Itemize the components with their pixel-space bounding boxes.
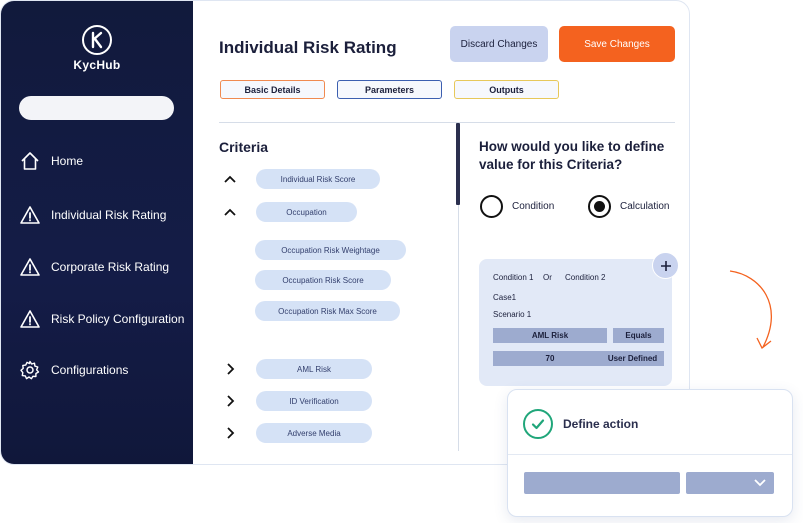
criteria-item-id-verification[interactable]: ID Verification <box>256 391 372 411</box>
scenario-label: Scenario 1 <box>493 310 532 319</box>
sidebar-item-label: Configurations <box>51 363 129 377</box>
tab-outputs[interactable]: Outputs <box>454 80 559 99</box>
discard-changes-button[interactable]: Discard Changes <box>450 26 548 62</box>
condition-field[interactable]: AML Risk <box>493 328 607 343</box>
popup-title: Define action <box>563 417 639 431</box>
sidebar-item-label: Home <box>51 154 84 168</box>
criteria-subitem-occupation-risk-score[interactable]: Occupation Risk Score <box>255 270 391 290</box>
brand-logo: KycHub <box>67 25 127 72</box>
add-condition-button[interactable] <box>652 252 679 279</box>
chevron-right-icon[interactable] <box>223 362 237 376</box>
condition-value[interactable]: 70 <box>493 351 607 366</box>
plus-icon <box>660 260 671 271</box>
criteria-item-occupation[interactable]: Occupation <box>256 202 357 222</box>
section-divider <box>219 122 675 123</box>
condition-2-label[interactable]: Condition 2 <box>565 273 605 282</box>
radio-condition[interactable]: Condition <box>480 195 554 218</box>
chevron-right-icon[interactable] <box>223 426 237 440</box>
condition-value-type[interactable]: User Defined <box>601 351 664 366</box>
popup-divider <box>508 454 792 455</box>
save-changes-button[interactable]: Save Changes <box>559 26 675 62</box>
brand-name: KycHub <box>73 58 121 72</box>
radio-unselected-icon <box>480 195 503 218</box>
chevron-up-icon[interactable] <box>223 172 237 186</box>
radio-label: Calculation <box>620 201 670 212</box>
action-input[interactable] <box>524 472 680 494</box>
chevron-up-icon[interactable] <box>223 205 237 219</box>
warning-icon <box>19 256 41 278</box>
sidebar-item-corporate-risk-rating[interactable]: Corporate Risk Rating <box>19 254 169 280</box>
criteria-item-adverse-media[interactable]: Adverse Media <box>256 423 372 443</box>
radio-calculation[interactable]: Calculation <box>588 195 669 218</box>
sidebar-item-home[interactable]: Home <box>19 148 83 174</box>
sidebar-item-label: Corporate Risk Rating <box>51 260 170 274</box>
chevron-right-icon[interactable] <box>223 394 237 408</box>
or-label: Or <box>543 273 552 282</box>
curved-arrow-icon <box>729 270 773 349</box>
warning-icon <box>19 308 41 330</box>
criteria-item-individual-risk-score[interactable]: Individual Risk Score <box>256 169 380 189</box>
criteria-subitem-occupation-risk-weightage[interactable]: Occupation Risk Weightage <box>255 240 406 260</box>
page-title: Individual Risk Rating <box>219 38 397 57</box>
sidebar-item-individual-risk-rating[interactable]: Individual Risk Rating <box>19 202 166 228</box>
radio-selected-icon <box>588 195 611 218</box>
check-circle-icon <box>523 409 553 439</box>
sidebar: KycHub Home Individual Risk Rating Corpo… <box>1 1 193 464</box>
tab-basic-details[interactable]: Basic Details <box>220 80 325 99</box>
criteria-title: Criteria <box>219 139 269 155</box>
sidebar-item-label: Risk Policy Configuration <box>51 312 185 326</box>
home-icon <box>19 150 41 172</box>
define-action-popup: Define action <box>507 389 793 517</box>
definition-question: How would you like to define value for t… <box>479 139 665 172</box>
kychub-logo-icon <box>82 25 112 55</box>
condition-1-label[interactable]: Condition 1 <box>493 273 533 282</box>
criteria-subitem-occupation-risk-max-score[interactable]: Occupation Risk Max Score <box>255 301 400 321</box>
sidebar-item-risk-policy-configuration[interactable]: Risk Policy Configuration <box>19 306 184 332</box>
sidebar-item-configurations[interactable]: Configurations <box>19 357 128 383</box>
radio-label: Condition <box>512 201 555 212</box>
criteria-scrollbar[interactable] <box>456 123 460 205</box>
tab-parameters[interactable]: Parameters <box>337 80 442 99</box>
gear-icon <box>19 359 41 381</box>
chevron-down-icon <box>754 479 766 487</box>
case-label: Case1 <box>493 293 517 302</box>
sidebar-item-label: Individual Risk Rating <box>51 208 167 222</box>
action-dropdown[interactable] <box>686 472 774 494</box>
warning-icon <box>19 204 41 226</box>
criteria-item-aml-risk[interactable]: AML Risk <box>256 359 372 379</box>
condition-operator[interactable]: Equals <box>613 328 664 343</box>
sidebar-search-input[interactable] <box>19 96 174 120</box>
